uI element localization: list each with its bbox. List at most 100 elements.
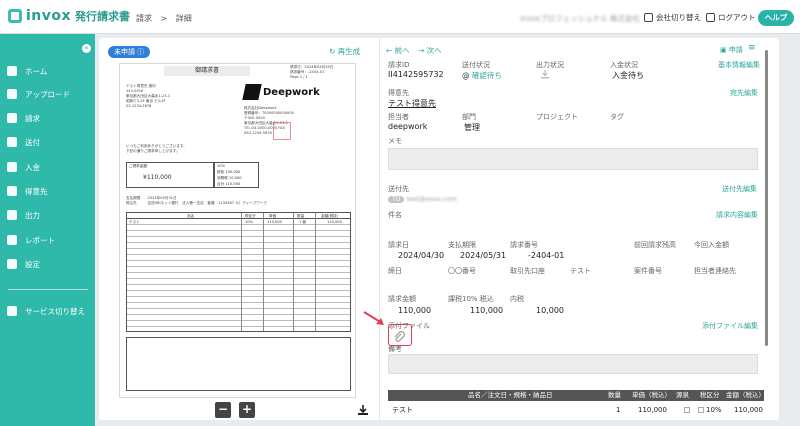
invoice-date-value: 2024/04/30	[398, 251, 445, 260]
tax-type-checkbox[interactable]	[698, 407, 704, 413]
row-amount: 110,000	[734, 406, 763, 414]
oo-number-label: 〇〇番号	[448, 267, 476, 275]
sidebar-item-label: 入金	[25, 162, 40, 172]
doc-recipient: テスト得意先 御中 143-0016 東京都大田区大森北1-23-1 昭和ビル2…	[126, 84, 170, 109]
sidebar-item-settings[interactable]: 設定	[0, 255, 95, 273]
sidebar-item-payment[interactable]: 入金	[0, 158, 95, 176]
sidebar-item-label: アップロード	[25, 89, 70, 99]
col-item-name: 品名／注文日・規格・納品日	[468, 391, 553, 399]
menu-icon[interactable]: ≡	[748, 43, 756, 53]
payment-status-label: 入金状況	[610, 61, 638, 69]
sidebar-collapse-button[interactable]: «	[82, 44, 91, 53]
owner-label: 担当者	[388, 113, 409, 121]
customer-link[interactable]: テスト得意先	[388, 98, 436, 109]
logout-button[interactable]: ログアウト	[706, 12, 756, 23]
send-status[interactable]: @ 確認待ち	[462, 70, 502, 81]
sidebar-item-invoice[interactable]: 請求	[0, 109, 95, 127]
id-value: II4142595732	[388, 70, 444, 79]
logout-label: ログアウト	[718, 13, 756, 22]
sidebar-item-service-switch[interactable]: サービス切り替え	[0, 302, 95, 320]
due-date-value: 2024/05/31	[460, 251, 507, 260]
sidebar-item-label: 出力	[25, 210, 40, 220]
amount-value: 110,000	[398, 306, 432, 315]
regenerate-button[interactable]: ↻ 再生成	[329, 46, 360, 57]
destination-edit-link[interactable]: 送付先編集	[722, 184, 757, 194]
doc-tax-box: 10% 税抜 100,000 消費税 10,000 合計 110,000	[214, 162, 259, 188]
apply-button[interactable]: ▣ 申請	[720, 45, 743, 55]
sidebar-item-send[interactable]: 送付	[0, 133, 95, 151]
breadcrumb-separator: >	[160, 14, 168, 23]
document-icon	[7, 113, 17, 123]
id-label: 請求ID	[388, 61, 410, 69]
next-label: 次へ	[426, 46, 442, 55]
apply-label: 申請	[728, 46, 743, 54]
remarks-field[interactable]	[388, 354, 758, 374]
col-unit-price: 単価（税込）	[632, 391, 671, 399]
sidebar-item-output[interactable]: 出力	[0, 206, 95, 224]
attachment-edit-link[interactable]: 添付ファイル編集	[702, 321, 758, 331]
to-pill: TO	[388, 196, 405, 203]
doc-note-line: 下記の通りご請求申し上げます。	[126, 149, 180, 153]
address-edit-link[interactable]: 宛先編集	[730, 88, 758, 98]
sidebar-item-home[interactable]: ホーム	[0, 62, 95, 80]
yen-icon	[7, 162, 17, 172]
status-badge[interactable]: 未申請 ⓘ	[108, 46, 151, 58]
zoom-out-button[interactable]: −	[215, 402, 231, 418]
breadcrumb-invoice[interactable]: 請求	[136, 14, 152, 23]
due-date-label: 支払期限	[448, 241, 476, 249]
deepwork-name: Deepwork	[263, 86, 320, 98]
memo-field[interactable]	[388, 148, 758, 170]
company-name: invoxプロフェッショナル 株式会社	[520, 14, 640, 23]
cloud-upload-icon	[7, 89, 17, 99]
main-panel: 未申請 ⓘ ↻ 再生成 御請求書 請求日：2024年04月30日 請求番号：-2…	[99, 38, 779, 420]
zoom-in-button[interactable]: +	[239, 402, 255, 418]
top-bar: invox 発行請求書 請求 > 詳細 invoxプロフェッショナル 株式会社 …	[0, 0, 800, 34]
col-amount: 金額（税込）	[726, 391, 765, 399]
doc-tax-line: 合計 110,000	[217, 182, 241, 186]
doc-col-divider	[241, 213, 242, 331]
sidebar-item-upload[interactable]: アップロード	[0, 85, 95, 103]
tag-label: タグ	[610, 113, 624, 121]
app-logo[interactable]: invox 発行請求書	[8, 8, 130, 24]
doc-note: いつもご利用ありがとうございます。 下記の通りご請求申し上げます。	[126, 144, 187, 154]
doc-payment-info: 支払期限 2024年05月31日 振込先 住信SBIネット銀行 法人第一支店 普…	[126, 196, 267, 206]
taxed-label: 課税10% 税込	[448, 295, 494, 303]
contact-label: 担当者連絡先	[694, 267, 736, 275]
detail-scrollbar[interactable]	[765, 50, 768, 346]
content-edit-link[interactable]: 請求内容編集	[716, 210, 758, 220]
withholding-checkbox[interactable]	[684, 407, 690, 413]
sidebar: « ホーム アップロード 請求 送付 入金 得意先 出力 レポート 設定 サービ…	[0, 34, 95, 426]
doc-remarks-box	[126, 337, 351, 391]
row-quantity: 1	[616, 406, 621, 414]
help-button[interactable]: ヘルプ	[758, 10, 794, 26]
col-tax-type: 税区分	[700, 391, 720, 399]
doc-col-divider	[263, 213, 264, 331]
doc-to-line: 03-1234-5678	[126, 104, 152, 108]
row-tax-type: 10%	[706, 406, 722, 414]
doc-date-line: 振込先 住信SBIネット銀行 法人第一支店 普通 1234567 カ）ディープワ…	[126, 201, 268, 205]
switch-company-button[interactable]: 会社切り替え	[644, 12, 701, 23]
owner-value: deepwork	[388, 122, 428, 131]
destination-value: TO test@xxxx.com	[388, 195, 457, 203]
customer-label: 得意先	[388, 89, 409, 97]
col-withholding: 源泉	[676, 391, 689, 399]
row-unit-price: 110,000	[638, 406, 667, 414]
download-icon	[541, 70, 549, 79]
switch-icon	[7, 306, 17, 316]
doc-title: 御請求書	[164, 66, 250, 76]
prev-button[interactable]: ← 前へ	[386, 45, 410, 56]
sidebar-item-label: ホーム	[25, 66, 48, 76]
bank-account-value: テスト	[570, 267, 591, 275]
doc-col-divider	[315, 213, 316, 331]
prev-balance-label: 前回請求残高	[634, 241, 676, 249]
basic-info-edit-link[interactable]: 基本情報編集	[718, 60, 760, 70]
download-icon[interactable]	[357, 404, 369, 416]
breadcrumb: 請求 > 詳細	[136, 13, 198, 24]
doc-total-box: ご請求金額 ¥110,000	[126, 162, 214, 188]
sidebar-item-report[interactable]: レポート	[0, 231, 95, 249]
next-button[interactable]: → 次へ	[418, 45, 442, 56]
download-icon	[7, 210, 17, 220]
sidebar-item-customer[interactable]: 得意先	[0, 182, 95, 200]
invoice-number-label: 請求番号	[510, 241, 538, 249]
invoice-number-value: -2404-01	[528, 251, 565, 260]
